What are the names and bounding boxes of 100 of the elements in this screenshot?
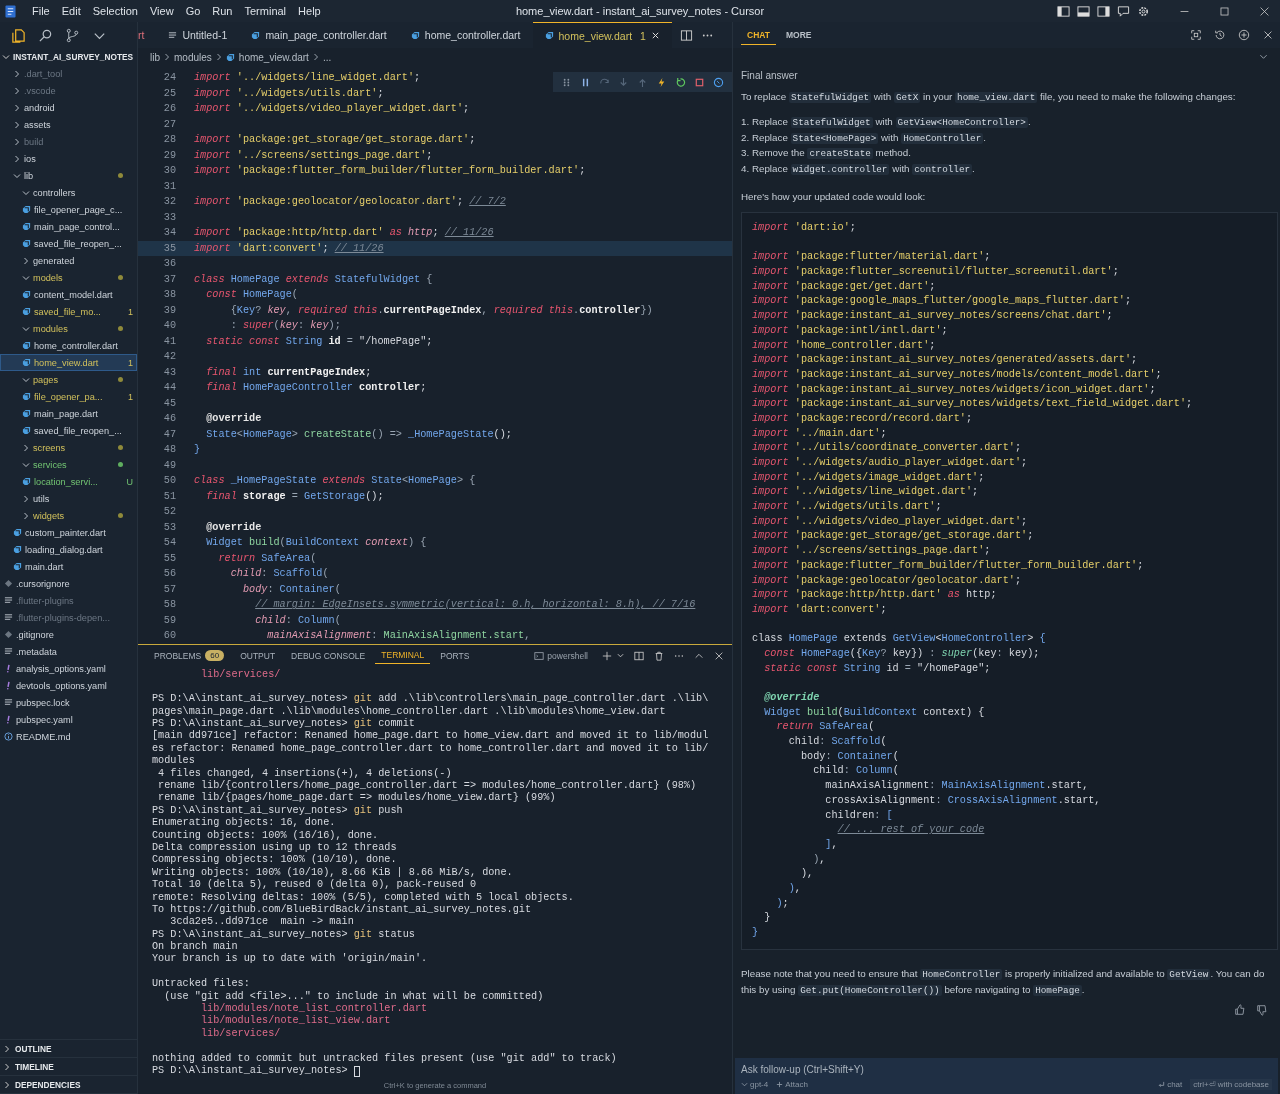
explorer-row[interactable]: .metadata — [0, 643, 137, 660]
explorer-row[interactable]: .flutter-plugins — [0, 592, 137, 609]
explorer-row[interactable]: saved_file_reopen_... — [0, 422, 137, 439]
folder-row[interactable]: ios — [0, 150, 137, 167]
maximize-icon[interactable] — [1219, 5, 1230, 17]
explorer-row[interactable]: location_servi... U — [0, 473, 137, 490]
folder-row[interactable]: assets — [0, 116, 137, 133]
folder-row[interactable]: services — [0, 456, 137, 473]
split-icon[interactable] — [634, 650, 644, 661]
thumbs-up-icon[interactable] — [1234, 1003, 1246, 1016]
editor-tab[interactable]: main_page_controller.dart — [239, 22, 399, 48]
explorer-row[interactable]: analysis_options.yaml — [0, 660, 137, 677]
search-icon[interactable] — [38, 27, 53, 43]
lightning-icon[interactable] — [656, 76, 667, 88]
follow-up-box[interactable]: Ask follow-up (Ctrl+Shift+Y) gpt-4 Attach chat ctrl+⏎ with codebase — [735, 1058, 1278, 1094]
editor-tab[interactable]: home_view.dart 1 — [532, 22, 672, 48]
explorer-row[interactable]: content_model.dart — [0, 286, 137, 303]
folder-row[interactable]: modules — [0, 320, 137, 337]
menu-item[interactable]: Terminal — [238, 5, 293, 17]
restart-icon[interactable] — [675, 76, 686, 88]
folder-row[interactable]: generated — [0, 252, 137, 269]
folder-row[interactable]: models — [0, 269, 137, 286]
chat-tab[interactable]: MORE — [780, 26, 818, 44]
menu-item[interactable]: File — [26, 5, 56, 17]
editor-tab[interactable]: rt — [138, 22, 157, 48]
codebase-shortcut[interactable]: ctrl+⏎ with codebase — [1190, 1079, 1272, 1090]
explorer-row[interactable]: saved_file_reopen_... — [0, 235, 137, 252]
explorer-row[interactable]: main_page_control... — [0, 218, 137, 235]
editor-tab[interactable]: Untitled-1 — [156, 22, 240, 48]
thumbs-down-icon[interactable] — [1256, 1003, 1268, 1016]
explorer-row[interactable]: .flutter-plugins-depen... — [0, 609, 137, 626]
close-icon[interactable] — [714, 650, 724, 661]
panel-tab[interactable]: PROBLEMS 60 — [148, 647, 231, 664]
folder-row[interactable]: controllers — [0, 184, 137, 201]
search-icon[interactable] — [713, 76, 724, 88]
folder-row[interactable]: .vscode — [0, 82, 137, 99]
trash-icon[interactable] — [654, 650, 664, 661]
history-icon[interactable] — [1214, 29, 1226, 41]
folder-row[interactable]: .dart_tool — [0, 65, 137, 82]
breadcrumb-item[interactable]: ... — [322, 51, 332, 63]
folder-row[interactable]: pages — [0, 371, 137, 388]
explorer-row[interactable]: devtools_options.yaml — [0, 677, 137, 694]
explorer-row[interactable]: main_page.dart — [0, 405, 137, 422]
explorer-row[interactable]: saved_file_mo... 1 — [0, 303, 137, 320]
files-icon[interactable] — [11, 27, 26, 43]
folder-row[interactable]: build — [0, 133, 137, 150]
split-editor-icon[interactable] — [679, 28, 693, 42]
settings-icon[interactable] — [1137, 4, 1150, 18]
close-icon[interactable] — [650, 31, 660, 40]
pause-icon[interactable] — [580, 76, 591, 88]
chevron-down-icon[interactable] — [617, 652, 624, 659]
grip-icon[interactable] — [561, 76, 572, 88]
panel-tab[interactable]: TERMINAL — [375, 647, 431, 664]
explorer-row[interactable]: file_opener_pa... 1 — [0, 388, 137, 405]
explorer-row[interactable]: home_view.dart 1 — [0, 354, 137, 371]
explorer-row[interactable]: home_controller.dart — [0, 337, 137, 354]
menu-item[interactable]: Selection — [86, 5, 144, 17]
explorer-row[interactable]: file_opener_page_c... — [0, 201, 137, 218]
section-header[interactable]: DEPENDENCIES — [0, 1076, 137, 1094]
chat-shortcut[interactable]: chat — [1158, 1080, 1183, 1089]
fullscreen-icon[interactable] — [1190, 29, 1202, 41]
folder-row[interactable]: screens — [0, 439, 137, 456]
explorer-row[interactable]: pubspec.lock — [0, 694, 137, 711]
close-icon[interactable] — [1259, 5, 1270, 17]
editor-tab[interactable]: home_controller.dart — [398, 22, 533, 48]
explorer-row[interactable]: pubspec.yaml — [0, 711, 137, 728]
explorer-row[interactable]: README.md — [0, 728, 137, 745]
sidebar-right-icon[interactable] — [1097, 4, 1110, 18]
panel-bottom-icon[interactable] — [1077, 4, 1090, 18]
attach-button[interactable]: Attach — [776, 1080, 808, 1089]
menu-item[interactable]: Go — [179, 5, 207, 17]
explorer-row[interactable]: custom_painter.dart — [0, 524, 137, 541]
explorer-row[interactable]: .gitignore — [0, 626, 137, 643]
plus-circle-icon[interactable] — [1238, 29, 1250, 41]
explorer-row[interactable]: loading_dialog.dart — [0, 541, 137, 558]
chat-tab[interactable]: CHAT — [741, 25, 776, 45]
explorer-row[interactable]: main.dart — [0, 558, 137, 575]
model-selector[interactable]: gpt-4 — [741, 1080, 769, 1089]
menu-item[interactable]: View — [143, 5, 180, 17]
menu-item[interactable]: Edit — [55, 5, 87, 17]
panel-tab[interactable]: DEBUG CONSOLE — [285, 647, 372, 664]
stop-icon[interactable] — [694, 76, 705, 88]
feedback-icon[interactable] — [1117, 4, 1130, 18]
menu-item[interactable]: Run — [206, 5, 239, 17]
sidebar-left-icon[interactable] — [1057, 4, 1070, 18]
folder-row[interactable]: widgets — [0, 507, 137, 524]
section-header[interactable]: TIMELINE — [0, 1058, 137, 1076]
section-header[interactable]: OUTLINE — [0, 1040, 137, 1058]
panel-tab[interactable]: PORTS — [434, 647, 476, 664]
follow-up-field[interactable]: Ask follow-up (Ctrl+Shift+Y) — [741, 1064, 1272, 1075]
terminal-selector[interactable]: powershell — [534, 650, 588, 661]
explorer-row[interactable]: .cursorignore — [0, 575, 137, 592]
breadcrumb-item[interactable]: modules — [174, 51, 212, 63]
folder-row[interactable]: android — [0, 99, 137, 116]
close-icon[interactable] — [1262, 29, 1274, 41]
panel-tab[interactable]: OUTPUT — [234, 647, 282, 664]
explorer-header[interactable]: INSTANT_AI_SURVEY_NOTES — [0, 48, 137, 65]
breadcrumb-item[interactable]: home_view.dart — [225, 51, 309, 63]
menu-item[interactable]: Help — [292, 5, 327, 17]
breadcrumb-item[interactable]: lib — [150, 51, 160, 63]
